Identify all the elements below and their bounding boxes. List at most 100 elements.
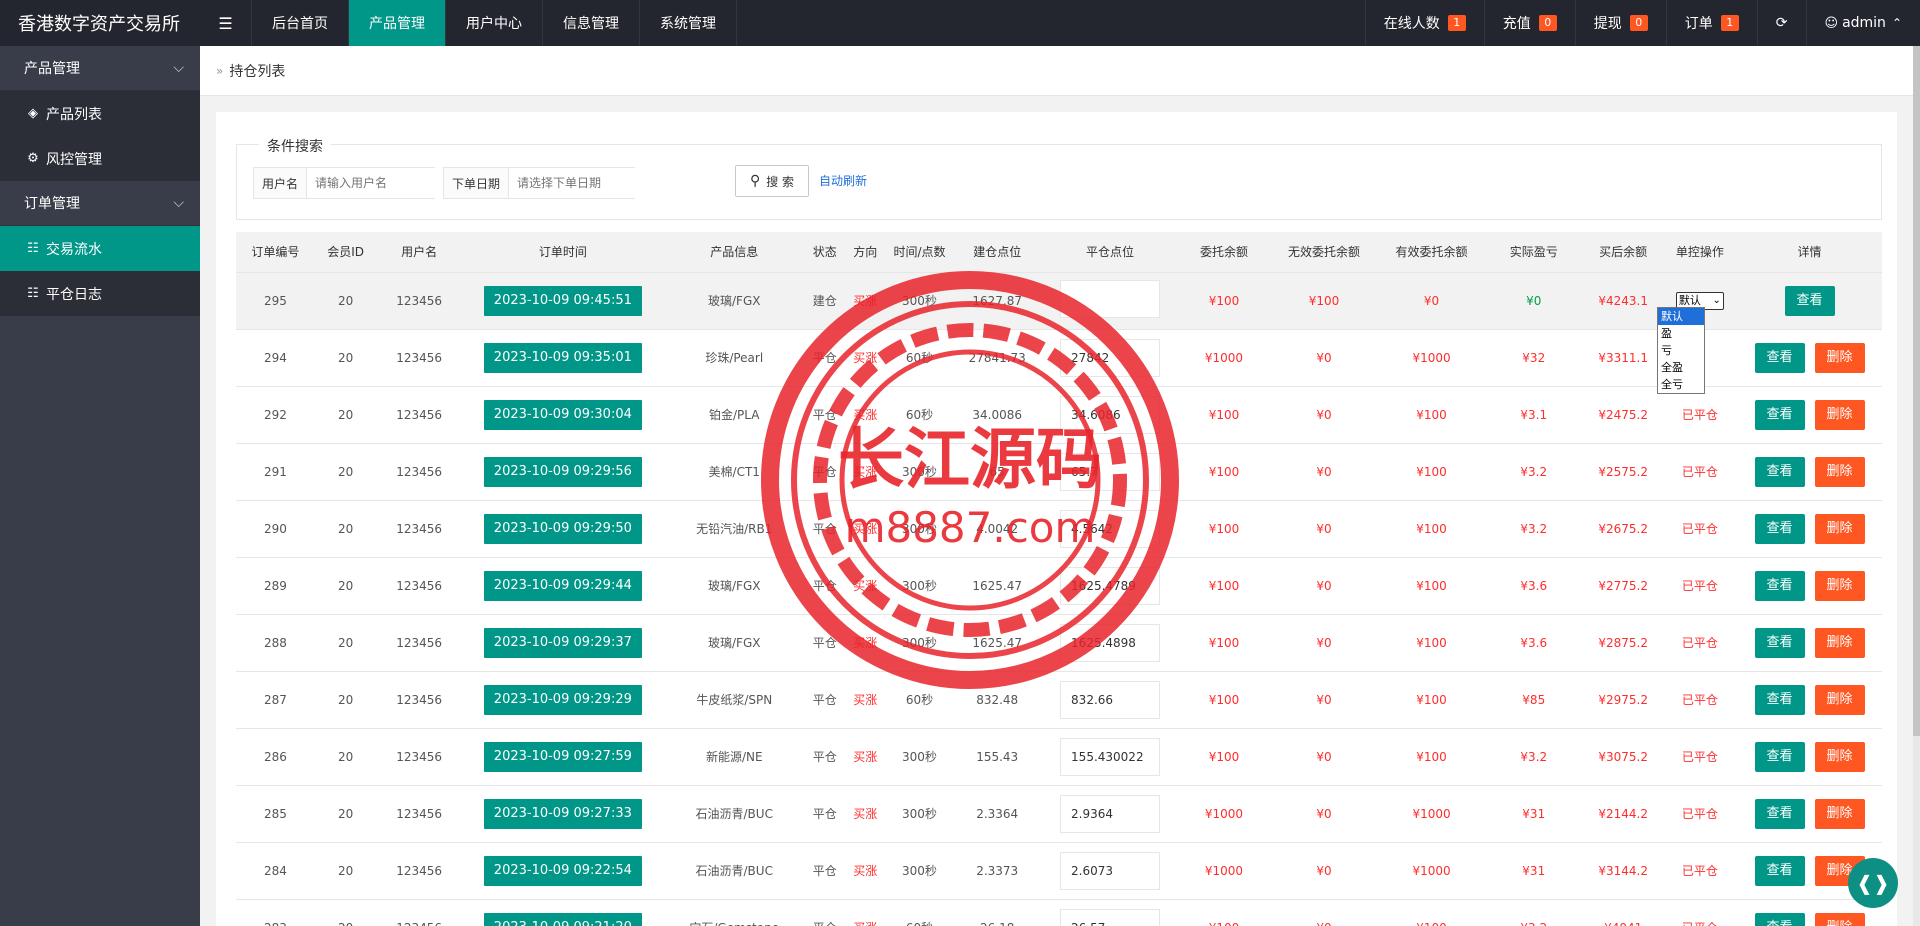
open-price-cell: 1625.47 (953, 557, 1041, 615)
control-status-text: 已平仓 (1681, 807, 1718, 821)
close-price-cell: 27842 (1040, 329, 1180, 387)
delete-button[interactable]: 删除 (1814, 399, 1865, 430)
scrollbar-thumb[interactable] (1913, 46, 1920, 736)
delete-button[interactable]: 删除 (1814, 741, 1865, 772)
view-button[interactable]: 查看 (1754, 684, 1805, 715)
control-cell: 已平仓 (1662, 728, 1738, 786)
username-label: 用户名 (254, 168, 308, 198)
close-price-input[interactable]: 155.430022 (1060, 737, 1161, 776)
close-price-cell: 2.9364 (1040, 785, 1180, 843)
sidebar-item-0-0[interactable]: ◈ 产品列表 (0, 91, 200, 136)
direction-cell: 买涨 (844, 386, 886, 444)
sidebar-item-1-1[interactable]: ☷ 平仓日志 (0, 271, 200, 316)
view-button[interactable]: 查看 (1754, 912, 1805, 926)
table-row: 291 20 123456 2023-10-09 09:29:56 美棉/CT1 平仓 买涨… (236, 443, 1882, 501)
document-icon: ☷ (27, 286, 39, 301)
sidebar-item-0-1[interactable]: ⚙ 风控管理 (0, 136, 200, 181)
audio-wave-icon[interactable]: ❰❱ (1848, 858, 1898, 908)
close-price-input[interactable]: 27842 (1060, 338, 1161, 377)
direction-cell: 买涨 (844, 272, 886, 330)
view-button[interactable]: 查看 (1754, 741, 1805, 772)
user-icon: ☺ (1824, 15, 1839, 31)
entrust-cell: ¥100 (1179, 899, 1269, 926)
view-button[interactable]: 查看 (1754, 570, 1805, 601)
column-header: 时间/点数 (885, 232, 954, 273)
nav-item-0[interactable]: 后台首页 (252, 0, 349, 46)
username-cell: 123456 (376, 272, 462, 330)
sidebar-item-1-0[interactable]: ☷ 交易流水 (0, 226, 200, 271)
detail-actions-cell: 查看删除 (1737, 557, 1882, 615)
detail-actions-cell: 查看删除 (1737, 614, 1882, 672)
valid-entrust-cell: ¥100 (1379, 386, 1484, 444)
delete-button[interactable]: 删除 (1814, 912, 1865, 926)
orders-table-wrap: 订单编号 会员ID 用户名 订单时间 产品信息 状态 方向 时间/点数 建仓点位 平仓点位 委托余额… (236, 232, 1882, 926)
delete-button[interactable]: 删除 (1814, 342, 1865, 373)
sidebar-group-1[interactable]: 订单管理 ⌵ (0, 181, 200, 226)
control-dropdown-option[interactable]: 亏 (1658, 342, 1704, 359)
control-dropdown-option[interactable]: 默认 (1658, 308, 1704, 325)
close-price-input[interactable] (1060, 280, 1161, 318)
close-price-input[interactable]: 4.5642 (1060, 509, 1161, 548)
control-dropdown-option[interactable]: 盈 (1658, 325, 1704, 342)
close-price-input[interactable]: 1625.4789 (1060, 566, 1161, 605)
order-time-cell: 2023-10-09 09:21:20 (461, 899, 664, 926)
member-id-cell: 20 (314, 500, 377, 558)
delete-button[interactable]: 删除 (1814, 798, 1865, 829)
nav-item-3[interactable]: 信息管理 (543, 0, 640, 46)
control-dropdown-option[interactable]: 全盈 (1658, 359, 1704, 376)
control-dropdown-option[interactable]: 全亏 (1658, 376, 1704, 393)
view-button[interactable]: 查看 (1754, 513, 1805, 544)
view-button[interactable]: 查看 (1754, 399, 1805, 430)
sidebar-group-0[interactable]: 产品管理 ⌵ (0, 46, 200, 91)
delete-button[interactable]: 删除 (1814, 684, 1865, 715)
view-button[interactable]: 查看 (1754, 798, 1805, 829)
view-button[interactable]: 查看 (1754, 855, 1805, 886)
admin-user-menu[interactable]: ☺ admin ⌃ (1805, 0, 1920, 46)
delete-button[interactable]: 删除 (1814, 570, 1865, 601)
nav-item-4[interactable]: 系统管理 (640, 0, 737, 46)
valid-entrust-cell: ¥100 (1379, 614, 1484, 672)
menu-fold-icon[interactable]: ☰ (200, 0, 252, 46)
auto-refresh-link[interactable]: 自动刷新 (819, 171, 867, 191)
view-button[interactable]: 查看 (1754, 627, 1805, 658)
header-stat-3[interactable]: 订单 1 (1665, 0, 1757, 46)
username-input[interactable] (307, 168, 444, 198)
status-cell: 平仓 (804, 329, 845, 387)
delete-button[interactable]: 删除 (1814, 627, 1865, 658)
header-stat-1[interactable]: 充值 0 (1483, 0, 1575, 46)
refresh-icon[interactable]: ⟳ (1756, 0, 1806, 46)
close-price-cell: 832.66 (1040, 671, 1180, 729)
close-price-input[interactable]: 2.6073 (1060, 851, 1161, 890)
member-id-cell: 20 (314, 443, 377, 501)
close-price-cell: 34.6086 (1040, 386, 1180, 444)
column-header: 产品信息 (663, 232, 805, 273)
delete-button[interactable]: 删除 (1814, 513, 1865, 544)
close-price-cell: 1625.4789 (1040, 557, 1180, 615)
header-stat-2[interactable]: 提现 0 (1574, 0, 1666, 46)
nav-item-2[interactable]: 用户中心 (446, 0, 543, 46)
close-price-input[interactable]: 26.57 (1060, 908, 1161, 926)
close-price-input[interactable]: 2.9364 (1060, 794, 1161, 833)
delete-button[interactable]: 删除 (1814, 456, 1865, 487)
valid-entrust-cell: ¥1000 (1379, 842, 1484, 900)
date-input[interactable] (509, 168, 646, 198)
close-price-input[interactable]: 1625.4898 (1060, 623, 1161, 662)
invalid-entrust-cell: ¥0 (1268, 899, 1380, 926)
control-cell: 已平仓 (1662, 500, 1738, 558)
table-row: 294 20 123456 2023-10-09 09:35:01 珍珠/Pearl 平仓… (236, 329, 1882, 387)
balance-after-cell: ¥2775.2 (1583, 557, 1663, 615)
view-button[interactable]: 查看 (1754, 456, 1805, 487)
product-cell: 石油沥青/BUC (663, 842, 805, 900)
vertical-scrollbar[interactable] (1913, 46, 1920, 926)
view-button[interactable]: 查看 (1754, 342, 1805, 373)
close-price-input[interactable]: 832.66 (1060, 680, 1161, 719)
header-stat-0[interactable]: 在线人数 1 (1364, 0, 1484, 46)
nav-item-1[interactable]: 产品管理 (349, 0, 446, 46)
view-button[interactable]: 查看 (1784, 285, 1835, 316)
search-button[interactable]: ⚲ 搜 索 (735, 165, 809, 197)
breadcrumb-current: 持仓列表 (229, 63, 286, 80)
direction-cell: 买涨 (844, 899, 886, 926)
close-price-input[interactable]: 65.7 (1060, 452, 1161, 491)
close-price-input[interactable]: 34.6086 (1060, 395, 1161, 434)
control-cell: 已平仓 (1662, 899, 1738, 926)
